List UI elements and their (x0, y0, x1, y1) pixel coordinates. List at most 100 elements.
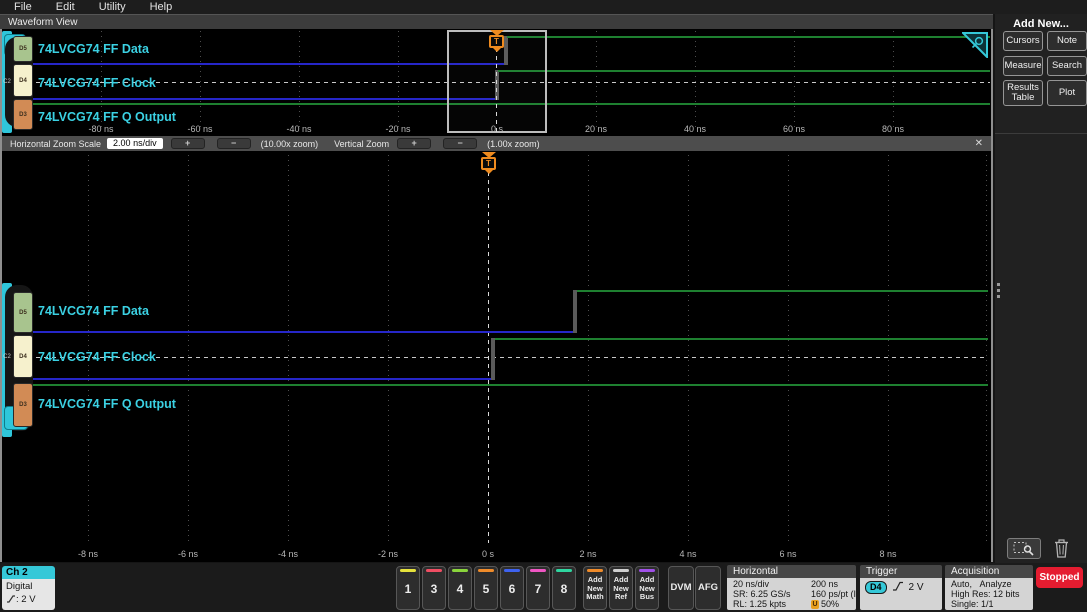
search-button[interactable]: Search (1047, 56, 1087, 76)
dvm-button[interactable]: DVM (668, 566, 694, 610)
trigger-title: Trigger (860, 565, 942, 578)
ref-color-stripe (613, 569, 629, 572)
zoom-scale-bar: Horizontal Zoom Scale 2.00 ns/div + − (1… (2, 136, 991, 151)
channel-5-button[interactable]: 5 (474, 566, 498, 610)
channel-7-button[interactable]: 7 (526, 566, 550, 610)
stopped-button[interactable]: Stopped (1036, 567, 1083, 588)
channel-color-stripe (478, 569, 494, 572)
menu-utility[interactable]: Utility (99, 1, 126, 13)
channel-2-name: Ch 2 (2, 566, 55, 579)
main-group-label: C2 (3, 354, 11, 360)
bus-color-stripe (639, 569, 655, 572)
channel-color-stripe (556, 569, 572, 572)
panel-resize-handle[interactable] (997, 283, 1000, 298)
add-new-title: Add New... (1013, 18, 1069, 30)
h-zoom-scale-label: Horizontal Zoom Scale (10, 138, 102, 149)
channel-6-button[interactable]: 6 (500, 566, 524, 610)
v-zoom-factor: (1.00x zoom) (487, 138, 540, 149)
h-zoom-scale-input[interactable]: 2.00 ns/div (107, 138, 163, 149)
h-zoom-plus-button[interactable]: + (170, 138, 205, 149)
main-q-high-line (12, 384, 988, 386)
channel-color-stripe (504, 569, 520, 572)
main-channel-label-data: 74LVCG74 FF Data (38, 304, 149, 318)
ov-channel-badge-d3[interactable]: D3 (13, 99, 33, 130)
main-data-low-line (12, 331, 575, 333)
ov-channel-badge-d5[interactable]: D5 (13, 36, 33, 62)
horizontal-panel[interactable]: Horizontal 20 ns/div 200 ns SR: 6.25 GS/… (727, 565, 856, 610)
math-color-stripe (587, 569, 603, 572)
rising-edge-icon (893, 581, 904, 591)
ov-clock-low-line (12, 98, 496, 100)
main-clock-low-line (12, 378, 492, 380)
main-clock-high-line (495, 338, 988, 340)
channel-2-badge[interactable]: Ch 2 Digital : 2 V (2, 566, 55, 610)
main-channel-label-qout: 74LVCG74 FF Q Output (38, 397, 176, 411)
main-channel-badge-d5[interactable]: D5 (13, 292, 33, 333)
add-new-ref-button[interactable]: Add New Ref (609, 566, 633, 610)
v-zoom-plus-button[interactable]: + (397, 138, 432, 149)
trash-icon[interactable] (1053, 538, 1070, 559)
channel-1-button[interactable]: 1 (396, 566, 420, 610)
main-data-high-line (577, 290, 988, 292)
ov-channel-label-data: 74LVCG74 FF Data (38, 42, 149, 56)
acquisition-title: Acquisition (945, 565, 1033, 578)
note-button[interactable]: Note (1047, 31, 1087, 51)
channel-3-button[interactable]: 3 (422, 566, 446, 610)
channel-8-button[interactable]: 8 (552, 566, 576, 610)
main-channel-badge-d4[interactable]: D4 (13, 335, 33, 378)
ov-data-high-line (507, 36, 990, 38)
h-zoom-minus-button[interactable]: − (216, 138, 251, 149)
h-zoom-factor: (10.00x zoom) (260, 138, 319, 149)
channel-color-stripe (530, 569, 546, 572)
ov-trigger-marker[interactable]: T (488, 30, 505, 52)
bottom-bar: Ch 2 Digital : 2 V 1 3 4 5 6 7 8 Add New… (0, 563, 1087, 612)
ov-channel-label-clock: 74LVCG74 FF Clock (38, 76, 156, 90)
menu-help[interactable]: Help (150, 1, 173, 13)
ov-channel-badge-d4[interactable]: D4 (13, 64, 33, 97)
afg-button[interactable]: AFG (695, 566, 721, 610)
ov-group-label: C2 (3, 79, 11, 85)
add-new-bus-button[interactable]: Add New Bus (635, 566, 659, 610)
tab-waveform-view[interactable]: Waveform View (0, 14, 993, 29)
main-trigger-marker[interactable]: T (480, 152, 497, 174)
main-data-edge (573, 290, 577, 333)
acquisition-panel[interactable]: Acquisition Auto, Analyze High Res: 12 b… (945, 565, 1033, 610)
main-clock-threshold-line (12, 357, 988, 358)
main-channel-label-clock: 74LVCG74 FF Clock (38, 350, 156, 364)
box-zoom-icon (1013, 542, 1034, 556)
zoom-select-button[interactable] (1007, 538, 1041, 559)
acq-detail: High Res: 12 bits (951, 589, 1020, 599)
ov-clock-high-line (498, 70, 990, 72)
zoom-close-icon[interactable]: ✕ (975, 138, 983, 149)
channel-2-type: Digital (6, 581, 33, 592)
waveform-frame: T C2 D5 D4 D3 74LVCG74 FF Data 74LVCG74 … (0, 29, 993, 562)
menu-bar: File Edit Utility Help (0, 0, 1087, 14)
horizontal-window: 200 ns (811, 579, 839, 589)
acq-single: Single: 1/1 (951, 599, 994, 609)
draw-zoom-icon[interactable] (962, 32, 988, 58)
channel-4-button[interactable]: 4 (448, 566, 472, 610)
horizontal-position: 50% (821, 599, 840, 609)
delay-icon: U (811, 600, 819, 610)
menu-edit[interactable]: Edit (56, 1, 75, 13)
trigger-level: 2 V (908, 582, 924, 593)
trigger-panel[interactable]: Trigger D4 2 V (860, 565, 942, 610)
threshold-slope-icon (7, 595, 15, 603)
results-table-button[interactable]: Results Table (1003, 80, 1043, 106)
ov-data-low-line (12, 63, 506, 65)
plot-button[interactable]: Plot (1047, 80, 1087, 106)
acq-mode: Auto, Analyze (951, 579, 1012, 589)
add-new-math-button[interactable]: Add New Math (583, 566, 607, 610)
main-zoom-plot[interactable]: T C2 D5 D4 D3 74LVCG74 FF Data 74LVCG74 … (2, 151, 991, 562)
menu-file[interactable]: File (14, 1, 32, 13)
waveform-column: Waveform View T C2 D5 D4 D3 74LVCG74 FF … (0, 14, 993, 562)
sample-rate: SR: 6.25 GS/s (733, 589, 791, 599)
ov-channel-label-qout: 74LVCG74 FF Q Output (38, 110, 176, 124)
measure-button[interactable]: Measure (1003, 56, 1043, 76)
overview-plot[interactable]: T C2 D5 D4 D3 74LVCG74 FF Data 74LVCG74 … (2, 29, 991, 136)
cursors-button[interactable]: Cursors (1003, 31, 1043, 51)
v-zoom-minus-button[interactable]: − (443, 138, 478, 149)
main-channel-badge-d3[interactable]: D3 (13, 383, 33, 427)
trigger-tip-icon (492, 48, 501, 52)
right-panel: Add New... Cursors Note Measure Search R… (995, 14, 1087, 563)
